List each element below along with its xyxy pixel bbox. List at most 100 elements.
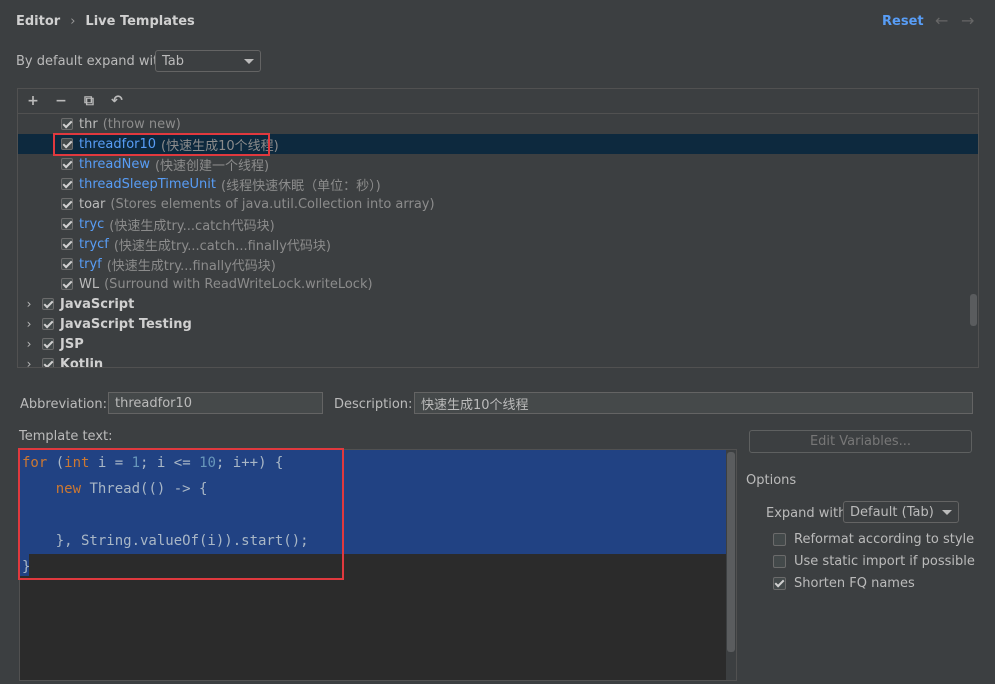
- checkbox[interactable]: [773, 555, 786, 568]
- group-name: JSP: [60, 336, 84, 352]
- option-shorten-fq[interactable]: Shorten FQ names: [773, 576, 915, 591]
- template-row[interactable]: threadNew (快速创建一个线程): [18, 154, 978, 174]
- group-checkbox[interactable]: [42, 358, 54, 367]
- reset-button[interactable]: Reset: [882, 14, 924, 29]
- code-token: int: [64, 455, 90, 471]
- template-row[interactable]: toar (Stores elements of java.util.Colle…: [18, 194, 978, 214]
- template-row[interactable]: thr (throw new): [18, 114, 978, 134]
- editor-scrollbar[interactable]: [726, 450, 736, 680]
- editor-scrollbar-thumb[interactable]: [727, 452, 735, 652]
- tree-toolbar: + − ⧉ ↶: [18, 89, 978, 114]
- code-line-1: for (int i = 1; i <= 10; i++) {: [22, 450, 283, 476]
- breadcrumb-editor[interactable]: Editor: [16, 14, 60, 29]
- code-line-4: }, String.valueOf(i)).start();: [22, 533, 309, 549]
- template-desc: (快速创建一个线程): [154, 158, 270, 174]
- revert-icon[interactable]: ↶: [110, 93, 124, 109]
- code-token: 10: [199, 455, 216, 471]
- template-checkbox[interactable]: [61, 178, 73, 190]
- chevron-down-icon: [244, 58, 254, 64]
- expand-with-label: Expand with: [766, 506, 847, 521]
- checkbox[interactable]: [773, 577, 786, 590]
- options-title: Options: [746, 473, 797, 488]
- template-name: tryf: [79, 256, 102, 272]
- template-desc: (Surround with ReadWriteLock.writeLock): [104, 276, 373, 292]
- template-desc: (快速生成try...catch...finally代码块): [113, 238, 331, 254]
- abbreviation-label: Abbreviation:: [20, 397, 108, 412]
- template-row-selected[interactable]: threadfor10 (快速生成10个线程): [18, 134, 978, 154]
- tree-scrollbar[interactable]: [970, 294, 977, 326]
- code-token: Thread(() -> {: [81, 481, 208, 497]
- template-checkbox[interactable]: [61, 118, 73, 130]
- template-desc: (线程快速休眠（单位：秒）): [221, 178, 381, 194]
- code-line-5: }: [22, 559, 31, 575]
- template-desc: (throw new): [102, 116, 181, 132]
- code-token: ; i++) {: [215, 455, 284, 471]
- description-input[interactable]: 快速生成10个线程: [414, 392, 973, 414]
- template-checkbox[interactable]: [61, 278, 73, 290]
- breadcrumb-live-templates: Live Templates: [85, 14, 195, 29]
- description-label: Description:: [334, 397, 413, 412]
- group-name: JavaScript: [60, 296, 135, 312]
- group-name: JavaScript Testing: [60, 316, 192, 332]
- template-desc: (Stores elements of java.util.Collection…: [110, 196, 435, 212]
- template-checkbox[interactable]: [61, 218, 73, 230]
- template-desc: (快速生成try...catch代码块): [109, 218, 275, 234]
- group-row[interactable]: › JavaScript Testing: [18, 314, 978, 334]
- option-label: Reformat according to style: [794, 532, 975, 547]
- code-token: (: [47, 455, 65, 471]
- option-label: Use static import if possible: [794, 554, 975, 569]
- forward-arrow-icon[interactable]: →: [961, 11, 974, 30]
- templates-tree[interactable]: + − ⧉ ↶ thr (throw new) threadfor10 (快速生…: [17, 88, 979, 368]
- option-reformat[interactable]: Reformat according to style: [773, 532, 974, 547]
- code-token: for: [22, 455, 48, 471]
- group-row[interactable]: › JavaScript: [18, 294, 978, 314]
- code-token: new: [55, 481, 82, 497]
- code-token: i =: [89, 455, 132, 471]
- expand-with-value: Default (Tab): [850, 504, 934, 520]
- edit-variables-button[interactable]: Edit Variables...: [749, 430, 972, 453]
- default-expand-select[interactable]: Tab: [155, 50, 261, 72]
- group-row[interactable]: › Kotlin: [18, 354, 978, 368]
- breadcrumb-separator-icon: ›: [70, 14, 76, 29]
- option-static-import[interactable]: Use static import if possible: [773, 554, 975, 569]
- template-desc: (快速生成try...finally代码块): [106, 258, 276, 274]
- template-row[interactable]: trycf (快速生成try...catch...finally代码块): [18, 234, 978, 254]
- template-row[interactable]: threadSleepTimeUnit (线程快速休眠（单位：秒）): [18, 174, 978, 194]
- template-row[interactable]: tryc (快速生成try...catch代码块): [18, 214, 978, 234]
- template-text-label: Template text:: [19, 429, 113, 444]
- chevron-down-icon: [942, 509, 952, 515]
- group-row[interactable]: › JSP: [18, 334, 978, 354]
- group-name: Kotlin: [60, 356, 104, 368]
- template-row[interactable]: tryf (快速生成try...finally代码块): [18, 254, 978, 274]
- group-checkbox[interactable]: [42, 318, 54, 330]
- copy-icon[interactable]: ⧉: [82, 93, 96, 109]
- template-name: tryc: [79, 216, 105, 232]
- breadcrumb: Editor › Live Templates: [16, 14, 195, 29]
- default-expand-label: By default expand with: [16, 54, 167, 69]
- group-checkbox[interactable]: [42, 298, 54, 310]
- group-checkbox[interactable]: [42, 338, 54, 350]
- template-checkbox[interactable]: [61, 198, 73, 210]
- back-arrow-icon[interactable]: ←: [935, 11, 948, 30]
- template-text-editor[interactable]: for (int i = 1; i <= 10; i++) { new Thre…: [19, 449, 737, 681]
- template-checkbox[interactable]: [61, 238, 73, 250]
- abbreviation-input[interactable]: threadfor10: [108, 392, 323, 414]
- expand-with-select[interactable]: Default (Tab): [843, 501, 959, 523]
- option-label: Shorten FQ names: [794, 576, 915, 591]
- add-icon[interactable]: +: [26, 93, 40, 109]
- checkbox[interactable]: [773, 533, 786, 546]
- template-checkbox[interactable]: [61, 158, 73, 170]
- template-checkbox[interactable]: [61, 258, 73, 270]
- template-name: WL: [79, 276, 100, 292]
- chevron-right-icon[interactable]: ›: [24, 337, 34, 351]
- remove-icon[interactable]: −: [54, 93, 68, 109]
- template-name: threadNew: [79, 156, 150, 172]
- template-name: threadfor10: [79, 136, 157, 152]
- default-expand-value: Tab: [162, 53, 185, 69]
- template-checkbox[interactable]: [61, 138, 73, 150]
- chevron-right-icon[interactable]: ›: [24, 297, 34, 311]
- chevron-right-icon[interactable]: ›: [24, 357, 34, 367]
- chevron-right-icon[interactable]: ›: [24, 317, 34, 331]
- template-row[interactable]: WL (Surround with ReadWriteLock.writeLoc…: [18, 274, 978, 294]
- template-name: thr: [79, 116, 98, 132]
